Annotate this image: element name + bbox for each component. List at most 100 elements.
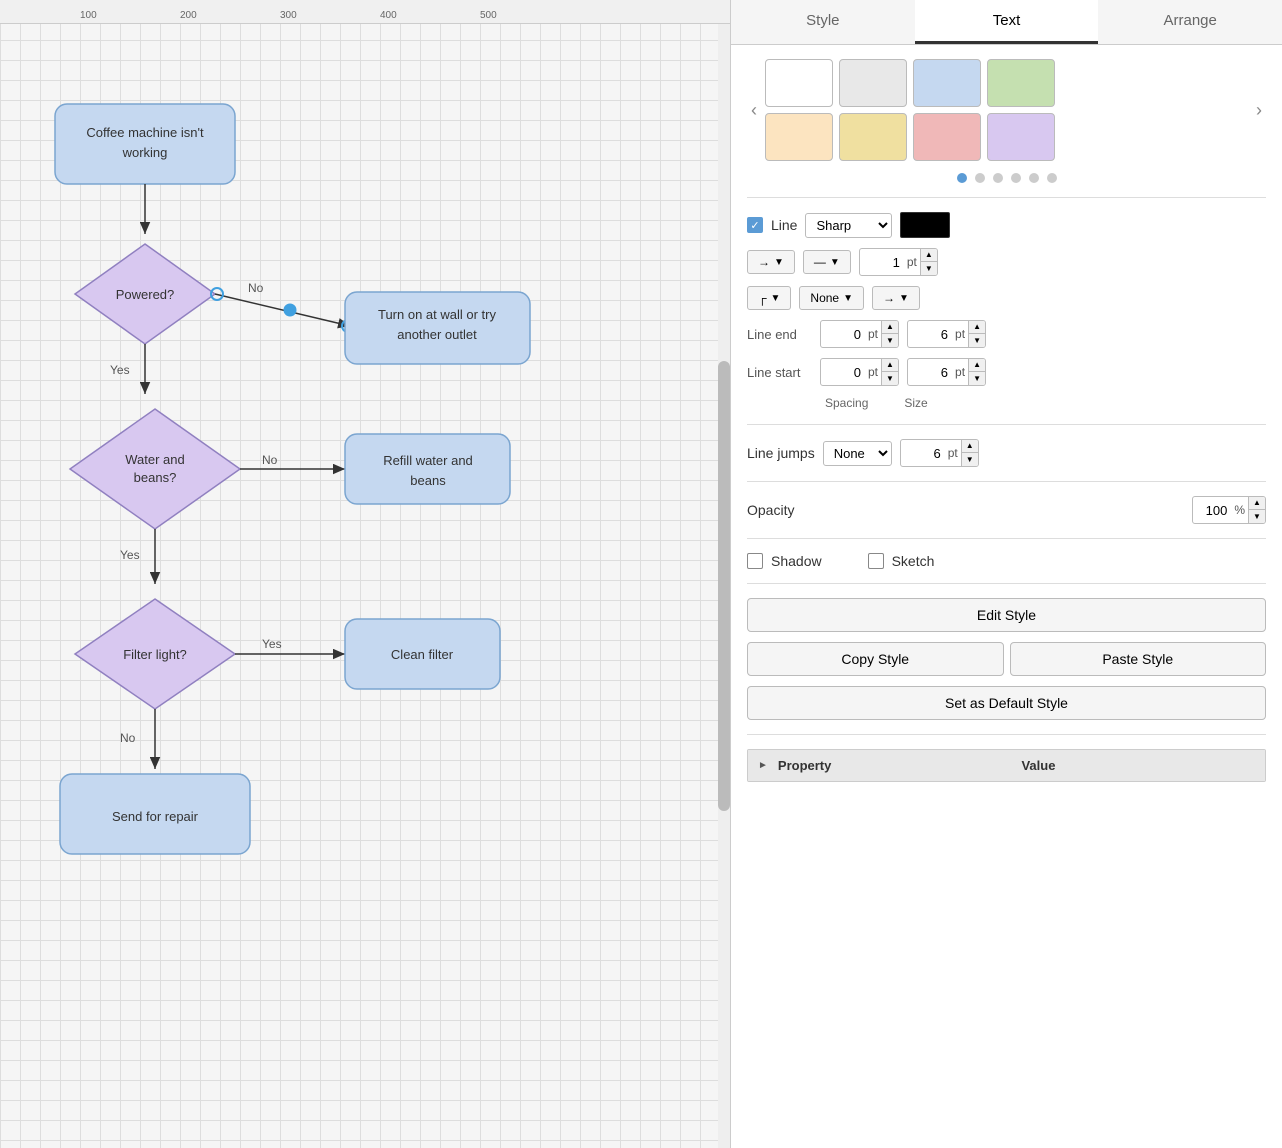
line-end-spacing-value[interactable]	[821, 324, 865, 345]
line-jumps-select[interactable]: None Arc Gap Sharp	[823, 441, 892, 466]
line-end-size-up[interactable]: ▲	[969, 321, 985, 334]
tab-text[interactable]: Text	[915, 0, 1099, 44]
swatches-next-arrow[interactable]: ›	[1252, 100, 1266, 121]
ruler-mark-200: 200	[180, 10, 197, 21]
svg-text:Clean filter: Clean filter	[391, 647, 454, 662]
opacity-value[interactable]	[1193, 500, 1231, 521]
ruler-mark-300: 300	[280, 10, 297, 21]
svg-text:Coffee machine isn't: Coffee machine isn't	[86, 125, 204, 140]
line-weight-value[interactable]	[860, 252, 904, 273]
divider-3	[747, 481, 1266, 482]
line-start-size-input[interactable]: pt ▲ ▼	[907, 358, 986, 386]
value-column-header: Value	[1017, 756, 1255, 775]
line-weight-up[interactable]: ▲	[921, 249, 937, 262]
canvas-area[interactable]: 100 200 300 400 500 Coffee machine isn't…	[0, 0, 730, 1148]
waypoint-btn[interactable]: None ▼	[799, 286, 864, 310]
line-jumps-size-value[interactable]	[901, 443, 945, 464]
line-style-btn[interactable]: — ▼	[803, 250, 851, 274]
line-jumps-size-down[interactable]: ▼	[962, 453, 978, 466]
swatches-container: ‹ ›	[747, 59, 1266, 161]
svg-text:another outlet: another outlet	[397, 327, 477, 342]
svg-text:Filter light?: Filter light?	[123, 647, 187, 662]
shadow-sketch-row: Shadow Sketch	[747, 553, 1266, 569]
swatch-light-red[interactable]	[913, 113, 981, 161]
connector-style-btn[interactable]: ┌ ▼	[747, 286, 791, 310]
opacity-down[interactable]: ▼	[1249, 510, 1265, 523]
arrow-row-2: ┌ ▼ None ▼ → ▼	[747, 286, 1266, 310]
swatch-white[interactable]	[765, 59, 833, 107]
line-end-size-down[interactable]: ▼	[969, 334, 985, 347]
copy-paste-style-row: Copy Style Paste Style	[747, 642, 1266, 676]
ruler-mark-500: 500	[480, 10, 497, 21]
svg-text:Turn on at wall or try: Turn on at wall or try	[378, 307, 497, 322]
divider-4	[747, 538, 1266, 539]
line-start-label: Line start	[747, 365, 812, 380]
line-jumps-label: Line jumps	[747, 445, 815, 461]
swatch-light-yellow[interactable]	[839, 113, 907, 161]
line-start-spacing-input[interactable]: pt ▲ ▼	[820, 358, 899, 386]
line-weight-input[interactable]: pt ▲ ▼	[859, 248, 938, 276]
svg-text:Send for repair: Send for repair	[112, 809, 199, 824]
line-end-spacing-input[interactable]: pt ▲ ▼	[820, 320, 899, 348]
arrow-end-btn[interactable]: → ▼	[872, 286, 920, 310]
shadow-label: Shadow	[771, 553, 822, 569]
dots-row	[747, 173, 1266, 183]
swatch-light-blue[interactable]	[913, 59, 981, 107]
opacity-up[interactable]: ▲	[1249, 497, 1265, 510]
divider-1	[747, 197, 1266, 198]
copy-style-button[interactable]: Copy Style	[747, 642, 1004, 676]
paste-style-button[interactable]: Paste Style	[1010, 642, 1267, 676]
svg-text:Yes: Yes	[120, 548, 140, 562]
opacity-input[interactable]: % ▲ ▼	[1192, 496, 1266, 524]
canvas-scrollbar[interactable]	[718, 24, 730, 1148]
line-color-swatch[interactable]	[900, 212, 950, 238]
line-start-spacing-down[interactable]: ▼	[882, 372, 898, 385]
line-start-size-down[interactable]: ▼	[969, 372, 985, 385]
line-style-select[interactable]: Sharp Curved Isometric	[805, 213, 892, 238]
edit-style-button[interactable]: Edit Style	[747, 598, 1266, 632]
svg-text:No: No	[262, 453, 278, 467]
line-row: ✓ Line Sharp Curved Isometric	[747, 212, 1266, 238]
set-default-style-button[interactable]: Set as Default Style	[747, 686, 1266, 720]
svg-text:Yes: Yes	[262, 637, 282, 651]
line-weight-down[interactable]: ▼	[921, 262, 937, 275]
right-panel: Style Text Arrange ‹ ›	[730, 0, 1282, 1148]
swatch-light-green[interactable]	[987, 59, 1055, 107]
swatch-light-gray[interactable]	[839, 59, 907, 107]
sketch-checkbox[interactable]	[868, 553, 884, 569]
arrow-start-btn[interactable]: → ▼	[747, 250, 795, 274]
line-start-size-value[interactable]	[908, 362, 952, 383]
dot-1[interactable]	[957, 173, 967, 183]
swatch-light-purple[interactable]	[987, 113, 1055, 161]
line-end-label: Line end	[747, 327, 812, 342]
swatches-prev-arrow[interactable]: ‹	[747, 100, 761, 121]
line-end-spacing-down[interactable]: ▼	[882, 334, 898, 347]
line-jumps-size-up[interactable]: ▲	[962, 440, 978, 453]
panel-content: ‹ › ✓ Line	[731, 45, 1282, 1148]
property-table-header[interactable]: ► Property Value	[748, 750, 1265, 781]
tab-style[interactable]: Style	[731, 0, 915, 44]
line-label: Line	[771, 217, 797, 233]
dot-4[interactable]	[1011, 173, 1021, 183]
property-table: ► Property Value	[747, 749, 1266, 782]
line-jumps-size-input[interactable]: pt ▲ ▼	[900, 439, 979, 467]
line-end-spacing-up[interactable]: ▲	[882, 321, 898, 334]
line-jumps-row: Line jumps None Arc Gap Sharp pt ▲ ▼	[747, 439, 1266, 467]
dot-5[interactable]	[1029, 173, 1039, 183]
line-checkbox[interactable]: ✓	[747, 217, 763, 233]
canvas-scrollbar-thumb[interactable]	[718, 361, 730, 811]
tab-arrange[interactable]: Arrange	[1098, 0, 1282, 44]
dot-3[interactable]	[993, 173, 1003, 183]
flowchart-svg: Coffee machine isn't working Powered? No…	[0, 24, 730, 1144]
dot-2[interactable]	[975, 173, 985, 183]
line-end-size-input[interactable]: pt ▲ ▼	[907, 320, 986, 348]
swatch-light-orange[interactable]	[765, 113, 833, 161]
line-end-size-value[interactable]	[908, 324, 952, 345]
line-end-row: Line end pt ▲ ▼ pt ▲ ▼	[747, 320, 1266, 348]
line-start-spacing-value[interactable]	[821, 362, 865, 383]
line-start-size-up[interactable]: ▲	[969, 359, 985, 372]
line-start-spacing-up[interactable]: ▲	[882, 359, 898, 372]
shadow-checkbox[interactable]	[747, 553, 763, 569]
dot-6[interactable]	[1047, 173, 1057, 183]
svg-text:beans: beans	[410, 473, 446, 488]
